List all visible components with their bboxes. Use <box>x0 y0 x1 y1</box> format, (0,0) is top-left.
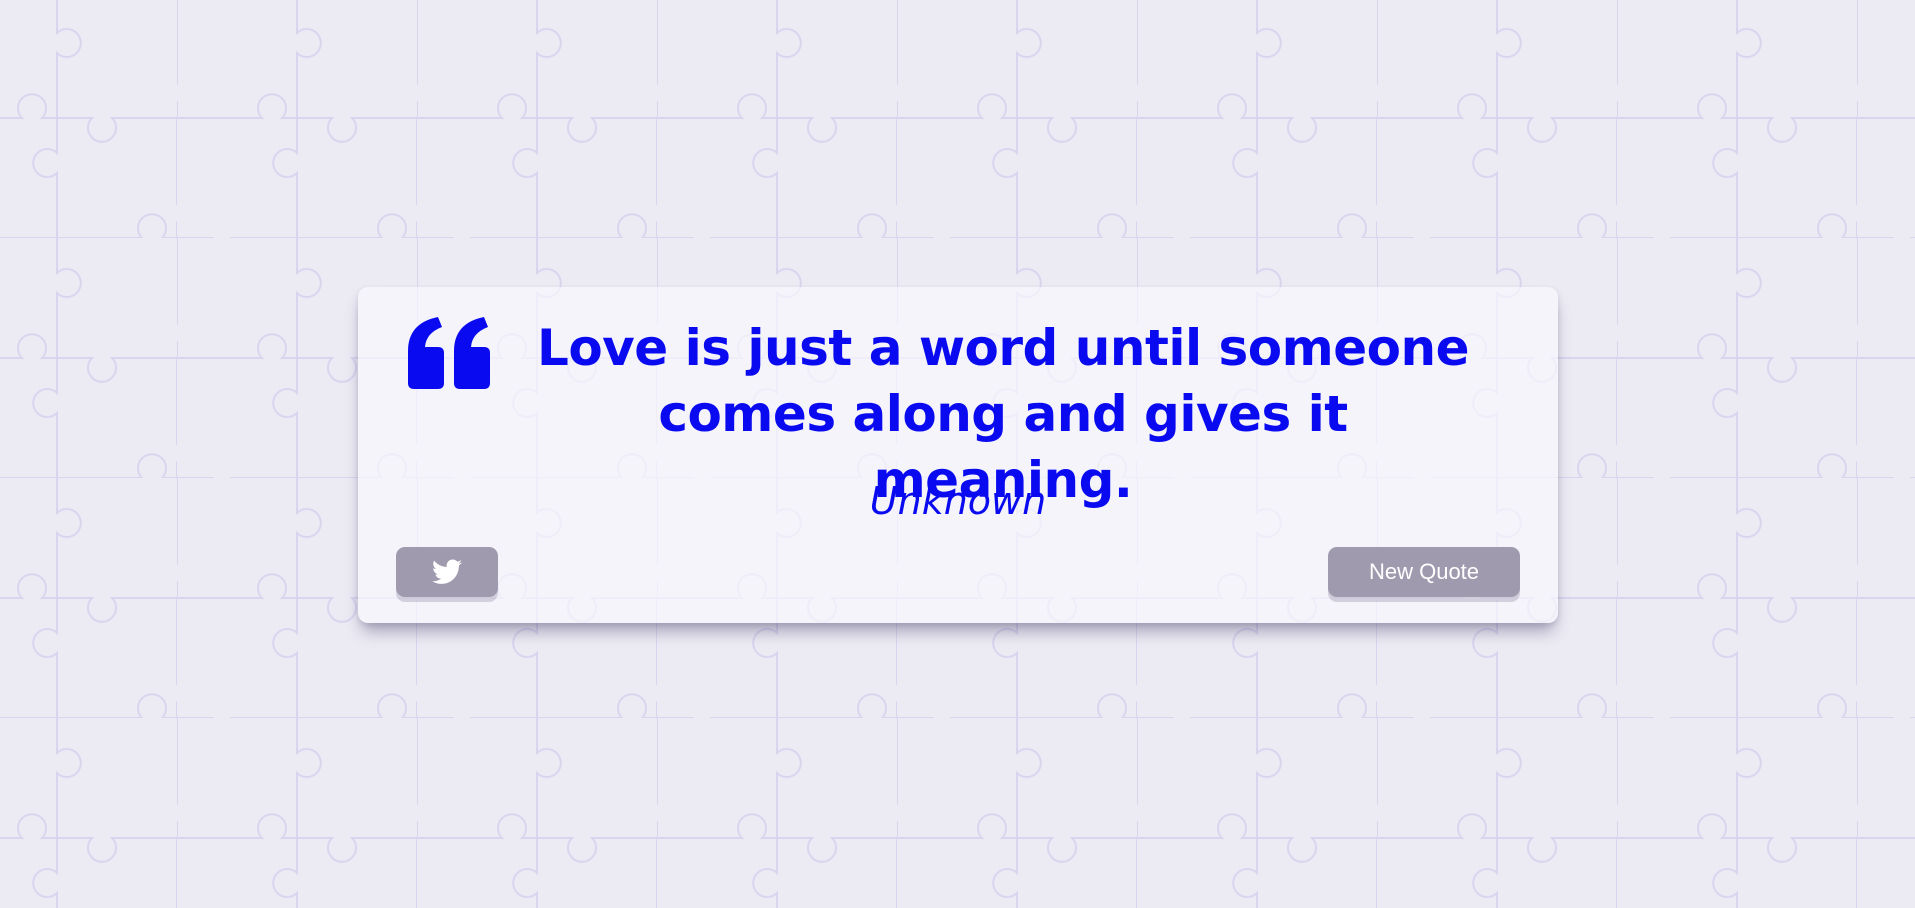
quote-card: Love is just a word until someone comes … <box>358 287 1558 623</box>
twitter-icon <box>432 559 462 584</box>
new-quote-button[interactable]: New Quote <box>1328 547 1520 597</box>
page: { "colors": { "background": "#ecebf4", "… <box>0 0 1915 908</box>
quote-author: Unknown <box>869 479 1047 523</box>
tweet-button[interactable] <box>396 547 498 597</box>
